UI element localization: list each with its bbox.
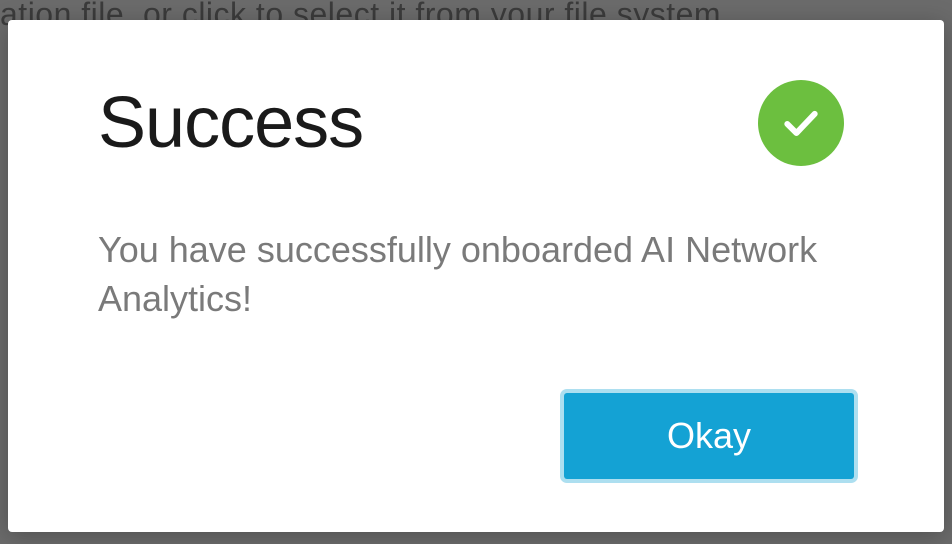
okay-button[interactable]: Okay (564, 393, 854, 479)
success-checkmark-icon (758, 80, 844, 166)
dialog-actions: Okay (98, 393, 854, 479)
dialog-header: Success (98, 80, 854, 166)
dialog-message: You have successfully onboarded AI Netwo… (98, 226, 838, 323)
dialog-title: Success (98, 82, 363, 164)
success-dialog: Success You have successfully onboarded … (8, 20, 944, 532)
